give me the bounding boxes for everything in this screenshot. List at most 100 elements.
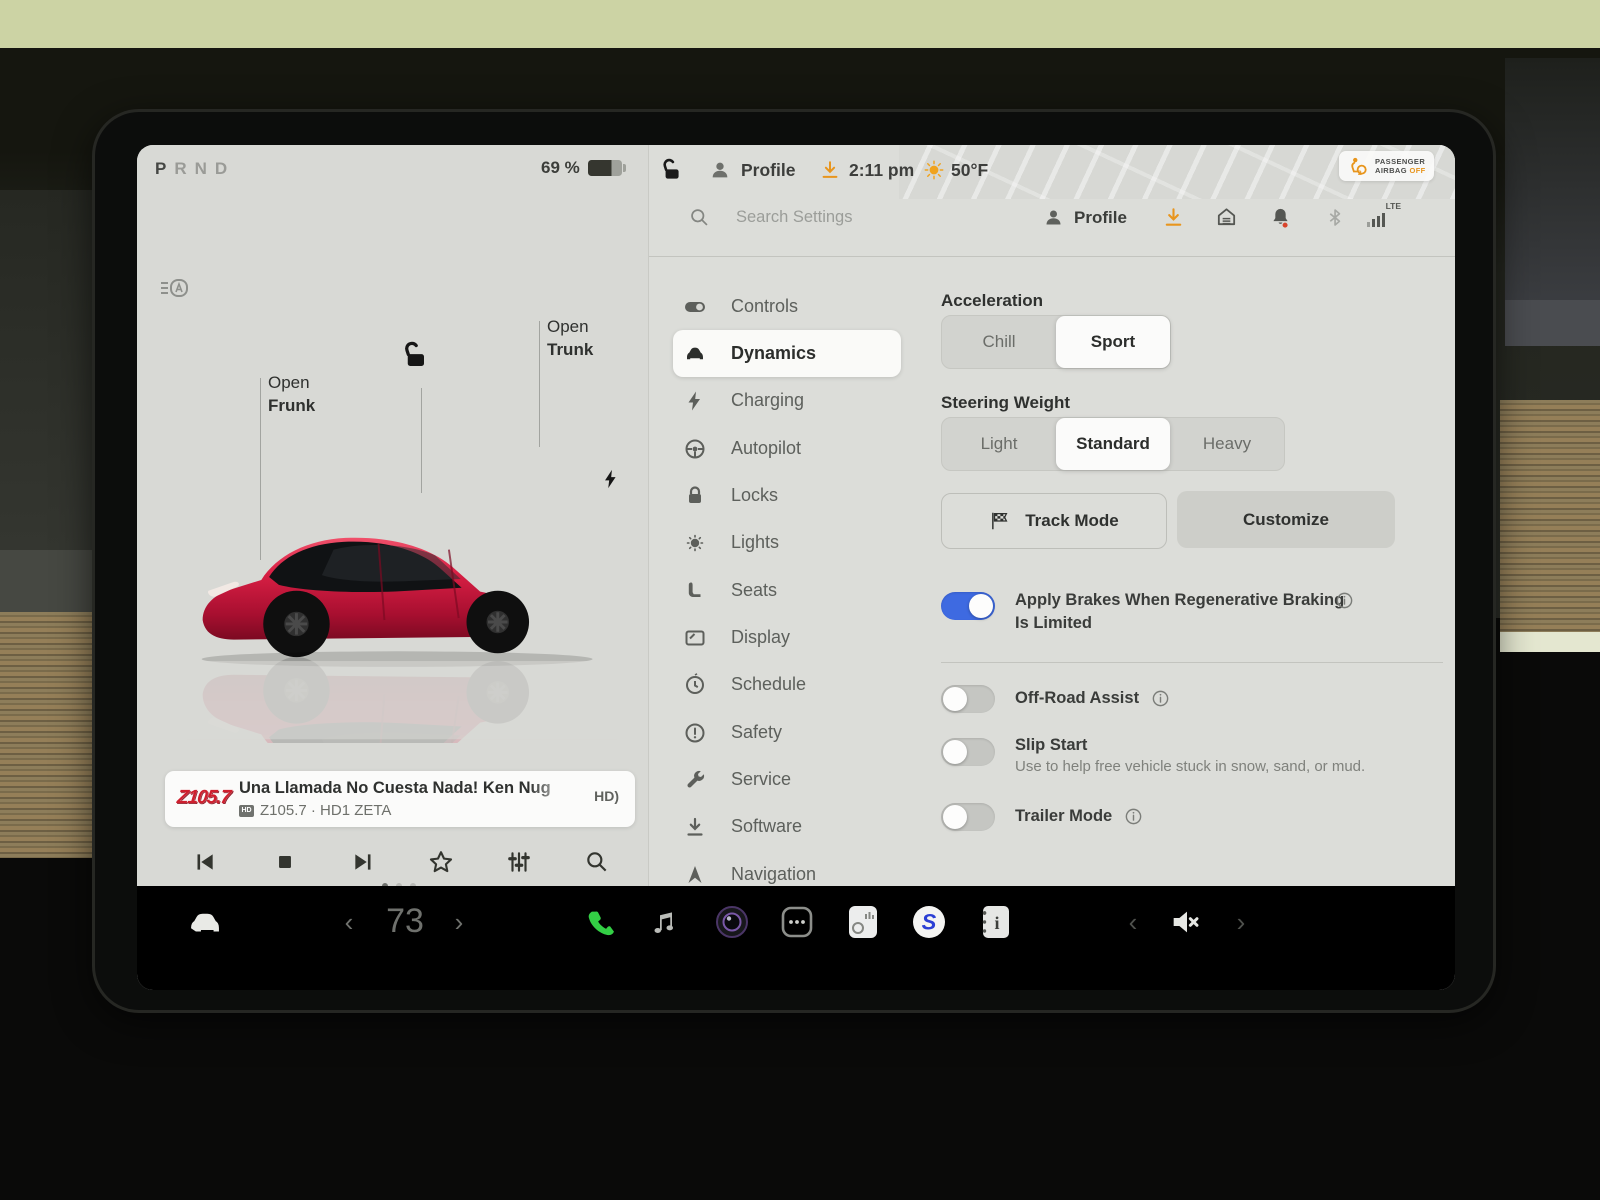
- slip-start-label: Slip Start: [1015, 736, 1088, 754]
- equalizer-button[interactable]: [504, 845, 534, 879]
- tab-service[interactable]: Service: [649, 756, 909, 803]
- signal-bars-icon: [1367, 213, 1385, 227]
- track-mode-button[interactable]: Track Mode: [941, 493, 1167, 549]
- favorite-button[interactable]: [426, 845, 456, 879]
- regen-brakes-toggle[interactable]: [941, 592, 995, 620]
- header-divider: [649, 256, 1455, 257]
- stop-button[interactable]: [270, 845, 300, 879]
- volume-up-button[interactable]: ›: [1225, 904, 1257, 940]
- hd-radio-icon: HD): [594, 788, 619, 804]
- car-icon: [687, 347, 703, 359]
- slip-start-toggle[interactable]: [941, 738, 995, 766]
- steering-option-heavy[interactable]: Heavy: [1170, 418, 1284, 470]
- software-download-icon[interactable]: [1162, 206, 1185, 229]
- phone-app-button[interactable]: [579, 900, 619, 944]
- settings-panel: Profile 2:11 pm 50°F 2 PASSENGER AIRBAG …: [648, 145, 1455, 886]
- info-icon[interactable]: [1151, 689, 1170, 708]
- right-shade-band: [1505, 300, 1600, 346]
- slip-start-description: Use to help free vehicle stuck in snow, …: [1015, 758, 1366, 775]
- steering-option-standard[interactable]: Standard: [1056, 418, 1170, 470]
- cellular-signal-indicator: LTE: [1365, 201, 1405, 227]
- update-download-icon[interactable]: [819, 159, 841, 181]
- wrench-icon: [687, 770, 705, 788]
- gear-d[interactable]: D: [215, 159, 235, 178]
- gear-indicator[interactable]: PRND: [155, 159, 235, 179]
- trailer-mode-row: Trailer Mode: [1015, 805, 1143, 828]
- tab-locks[interactable]: Locks: [649, 472, 909, 519]
- next-track-button[interactable]: [349, 845, 379, 879]
- airbag-off-status: OFF: [1409, 166, 1426, 175]
- tab-display[interactable]: Display: [649, 614, 909, 661]
- unlock-icon[interactable]: [399, 341, 429, 371]
- open-trunk-button[interactable]: Open Trunk: [547, 315, 593, 361]
- manual-app-button[interactable]: i: [975, 900, 1015, 944]
- tab-controls[interactable]: Controls: [649, 283, 909, 330]
- media-player-card[interactable]: Z105.7 Una Llamada No Cuesta Nada! Ken N…: [165, 771, 635, 827]
- station-line: HD Z105.7 · HD1 ZETA: [239, 802, 391, 819]
- trailer-mode-toggle[interactable]: [941, 803, 995, 831]
- vehicle-controls-button[interactable]: [185, 902, 225, 942]
- open-frunk-button[interactable]: Open Frunk: [268, 371, 315, 417]
- wall-background: [0, 0, 1600, 48]
- right-shade: [1505, 58, 1600, 338]
- tab-software[interactable]: Software: [649, 803, 909, 850]
- acceleration-segmented-control: Chill Sport: [941, 315, 1171, 369]
- steering-option-light[interactable]: Light: [942, 418, 1056, 470]
- steering-segmented-control: Light Standard Heavy: [941, 417, 1285, 471]
- battery-status: 69 %: [541, 158, 626, 178]
- light-icon: [686, 534, 704, 551]
- tab-safety[interactable]: Safety: [649, 709, 909, 756]
- radio-app-button[interactable]: [843, 900, 883, 944]
- lock-status-icon[interactable]: [658, 158, 684, 184]
- volume-down-button[interactable]: ‹: [1117, 904, 1149, 940]
- vehicle-render[interactable]: [187, 413, 617, 743]
- tab-dynamics[interactable]: Dynamics: [649, 330, 909, 377]
- svg-text:i: i: [994, 913, 999, 933]
- temp-up-button[interactable]: ›: [443, 904, 475, 940]
- previous-track-button[interactable]: [189, 845, 219, 879]
- camera-app-button[interactable]: [711, 900, 753, 944]
- acceleration-label: Acceleration: [941, 291, 1044, 310]
- gear-r[interactable]: R: [174, 159, 194, 178]
- tab-navigation[interactable]: Navigation: [649, 851, 909, 886]
- tab-lights[interactable]: Lights: [649, 519, 909, 566]
- bluetooth-icon[interactable]: [1325, 206, 1346, 229]
- bolt-icon: [688, 391, 700, 410]
- tab-autopilot[interactable]: Autopilot: [649, 425, 909, 472]
- tab-schedule[interactable]: Schedule: [649, 661, 909, 708]
- airbag-icon: 2: [1351, 157, 1367, 177]
- clock-icon: [686, 672, 704, 694]
- gear-n[interactable]: N: [195, 159, 215, 178]
- outside-temp[interactable]: 50°F: [951, 160, 988, 181]
- hd-mini-icon: HD: [239, 804, 254, 817]
- notifications-bell-icon[interactable]: [1269, 206, 1292, 229]
- tab-charging[interactable]: Charging: [649, 377, 909, 424]
- search-input[interactable]: Search Settings: [689, 207, 852, 228]
- music-app-button[interactable]: [643, 900, 683, 944]
- display-icon: [685, 630, 705, 645]
- vehicle-status-panel: PRND 69 % Open Frunk Open Trunk Z105.7 U…: [137, 145, 648, 889]
- off-road-assist-toggle[interactable]: [941, 685, 995, 713]
- info-icon[interactable]: [1124, 807, 1143, 826]
- driver-profile-button[interactable]: Profile: [709, 159, 795, 181]
- tab-seats[interactable]: Seats: [649, 567, 909, 614]
- off-road-assist-row: Off-Road Assist: [1015, 687, 1170, 710]
- settings-profile-button[interactable]: Profile: [1043, 207, 1127, 228]
- navigation-icon: [688, 865, 702, 883]
- more-apps-button[interactable]: [777, 902, 817, 942]
- homelink-icon[interactable]: [1215, 206, 1238, 229]
- mute-button[interactable]: [1163, 900, 1207, 944]
- tesla-cabin-photo: PRND 69 % Open Frunk Open Trunk Z105.7 U…: [0, 0, 1600, 1200]
- toggle-icon: [685, 301, 705, 312]
- acceleration-option-chill[interactable]: Chill: [942, 316, 1056, 368]
- right-wood-trim: [1500, 400, 1600, 632]
- cabin-temp-display[interactable]: 73: [369, 896, 441, 946]
- temp-down-button[interactable]: ‹: [333, 904, 365, 940]
- customize-button[interactable]: Customize: [1177, 491, 1395, 548]
- acceleration-option-sport[interactable]: Sport: [1056, 316, 1170, 368]
- gear-p[interactable]: P: [155, 159, 174, 178]
- streaming-app-button[interactable]: S: [909, 900, 949, 944]
- info-icon[interactable]: [1335, 591, 1354, 610]
- media-search-button[interactable]: [582, 845, 612, 879]
- passenger-airbag-badge: 2 PASSENGER AIRBAG OFF: [1339, 151, 1434, 181]
